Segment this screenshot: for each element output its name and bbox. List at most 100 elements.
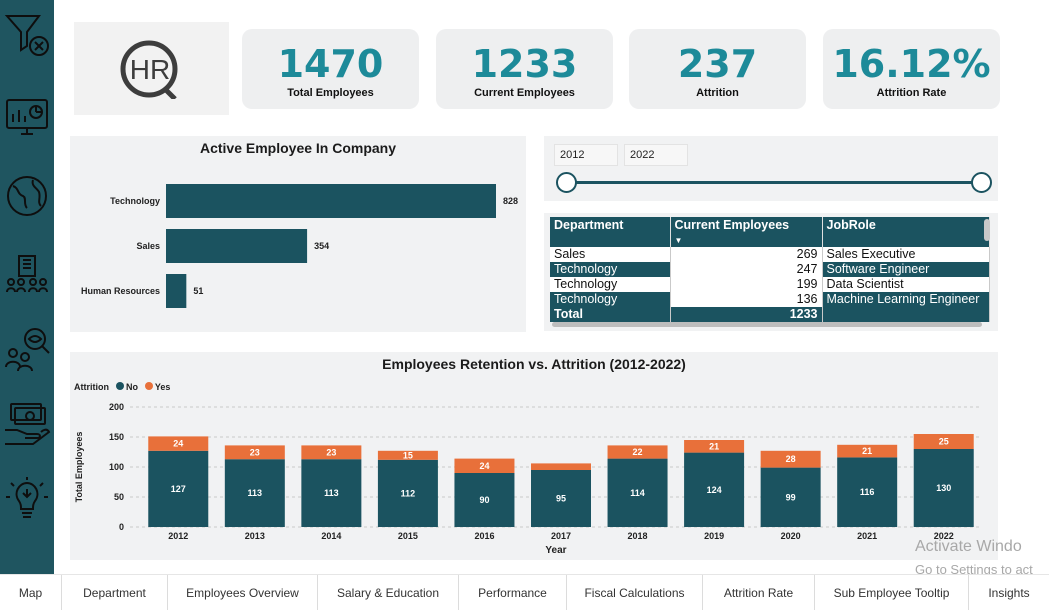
tab-sub-employee-tooltip[interactable]: Sub Employee Tooltip xyxy=(815,575,969,610)
slider-start-handle[interactable] xyxy=(556,172,577,193)
cell-department: Technology xyxy=(550,277,671,292)
y-tick-label: 150 xyxy=(109,432,124,442)
data-label-yes: 24 xyxy=(479,461,489,471)
globe-icon[interactable] xyxy=(3,172,51,220)
active-employee-chart: Active Employee In Company Technology 828… xyxy=(70,136,526,332)
slider-track[interactable] xyxy=(566,181,982,184)
kpi-total-employees: 1470 Total Employees xyxy=(242,29,419,109)
data-label-no: 114 xyxy=(630,488,645,498)
y-tick-label: 50 xyxy=(114,492,124,502)
data-label-no: 99 xyxy=(786,492,796,502)
bar xyxy=(166,274,187,308)
sort-desc-icon: ▼ xyxy=(674,236,683,245)
start-date-input[interactable]: 2012 xyxy=(554,144,618,166)
data-label-yes: 28 xyxy=(786,454,796,464)
tab-salary-education[interactable]: Salary & Education xyxy=(318,575,459,610)
total-value: 1233 xyxy=(670,307,823,322)
data-label-no: 113 xyxy=(324,488,339,498)
table-row: Technology 199 Data Scientist xyxy=(550,277,990,292)
x-tick-label: 2018 xyxy=(628,531,648,541)
slider-end-handle[interactable] xyxy=(971,172,992,193)
x-tick-label: 2021 xyxy=(857,531,877,541)
table-row: Technology 136 Machine Learning Engineer xyxy=(550,292,990,307)
bar-value-label: 51 xyxy=(193,286,203,296)
date-range-slicer[interactable]: 2012 2022 xyxy=(544,136,998,201)
data-label-no: 130 xyxy=(936,483,951,493)
clear-filter-icon[interactable] xyxy=(3,10,51,58)
col-header-current-employees[interactable]: Current Employees ▼ xyxy=(670,217,823,247)
tab-performance[interactable]: Performance xyxy=(459,575,567,610)
x-tick-label: 2012 xyxy=(168,531,188,541)
tab-attrition-rate[interactable]: Attrition Rate xyxy=(703,575,815,610)
page-tabs: Map Department Employees Overview Salary… xyxy=(0,574,1049,610)
data-label-yes: 25 xyxy=(939,437,949,447)
kpi-value: 16.12% xyxy=(832,42,991,86)
tab-map[interactable]: Map xyxy=(0,575,62,610)
data-label-yes: 22 xyxy=(633,447,643,457)
y-tick-label: 200 xyxy=(109,402,124,412)
y-tick-label: 100 xyxy=(109,462,124,472)
kpi-label: Attrition Rate xyxy=(876,87,947,99)
data-label-yes: 21 xyxy=(862,446,872,456)
dashboard-main: HR 1470 Total Employees 1233 Current Emp… xyxy=(54,0,1049,577)
cell-jobrole: Software Engineer xyxy=(822,262,990,277)
end-date-input[interactable]: 2022 xyxy=(624,144,688,166)
employee-search-icon[interactable] xyxy=(3,325,51,373)
salary-icon[interactable] xyxy=(3,400,51,448)
hr-logo: HR xyxy=(74,22,229,115)
table-row: Technology 247 Software Engineer xyxy=(550,262,990,277)
activation-watermark-title: Activate Windo xyxy=(915,538,1022,555)
kpi-label: Current Employees xyxy=(474,87,575,99)
kpi-value: 1233 xyxy=(471,42,578,86)
tab-insights[interactable]: Insights xyxy=(969,575,1049,610)
dashboard-icon[interactable] xyxy=(3,92,51,140)
bar-segment-yes xyxy=(531,463,591,470)
table-total-row: Total 1233 xyxy=(550,307,990,322)
cell-jobrole: Sales Executive xyxy=(822,247,990,262)
cell-jobrole: Machine Learning Engineer xyxy=(822,292,990,307)
bar-value-label: 828 xyxy=(503,196,518,206)
data-label-yes: 23 xyxy=(250,447,260,457)
svg-text:HR: HR xyxy=(129,54,169,85)
bar-category-label: Human Resources xyxy=(81,286,160,296)
table-row: Sales 269 Sales Executive xyxy=(550,247,990,262)
table-horizontal-scrollbar[interactable] xyxy=(552,322,982,327)
total-label: Total xyxy=(550,307,671,322)
tab-employees-overview[interactable]: Employees Overview xyxy=(168,575,318,610)
organization-icon[interactable] xyxy=(3,250,51,298)
x-tick-label: 2014 xyxy=(321,531,341,541)
col-header-jobrole[interactable]: JobRole xyxy=(822,217,990,247)
col-header-department[interactable]: Department xyxy=(550,217,671,247)
retention-bars: 0 50 100 150 200 127 24 2012 113 23 2013 113 23 2014 1… xyxy=(74,402,982,556)
bar xyxy=(166,229,308,263)
x-tick-label: 2015 xyxy=(398,531,418,541)
insights-bulb-icon[interactable] xyxy=(3,475,51,523)
table-vertical-scrollbar[interactable] xyxy=(984,219,990,241)
data-label-no: 113 xyxy=(248,488,263,498)
x-tick-label: 2019 xyxy=(704,531,724,541)
total-empty-cell xyxy=(822,307,990,322)
tab-fiscal-calculations[interactable]: Fiscal Calculations xyxy=(567,575,703,610)
data-label-no: 95 xyxy=(556,494,566,504)
data-label-no: 116 xyxy=(860,487,875,497)
cell-current-employees: 269 xyxy=(670,247,823,262)
cell-current-employees: 136 xyxy=(670,292,823,307)
retention-attrition-chart: Employees Retention vs. Attrition (2012-… xyxy=(70,352,998,560)
x-tick-label: 2013 xyxy=(245,531,265,541)
cell-current-employees: 247 xyxy=(670,262,823,277)
data-label-no: 90 xyxy=(479,495,489,505)
cell-department: Sales xyxy=(550,247,671,262)
active-employee-bars: Technology 828 Sales 354 Human Resources 51 xyxy=(81,184,518,308)
kpi-value: 1470 xyxy=(277,42,384,86)
y-axis-title: Total Employees xyxy=(74,432,84,503)
kpi-label: Attrition xyxy=(696,87,739,99)
kpi-current-employees: 1233 Current Employees xyxy=(436,29,613,109)
x-axis-title: Year xyxy=(545,545,566,556)
cell-jobrole: Data Scientist xyxy=(822,277,990,292)
bar-value-label: 354 xyxy=(314,241,329,251)
tab-department[interactable]: Department xyxy=(62,575,168,610)
department-table-panel: Department Current Employees ▼ JobRole Sa… xyxy=(544,213,998,331)
bar-category-label: Sales xyxy=(136,241,160,251)
kpi-label: Total Employees xyxy=(287,87,374,99)
x-tick-label: 2016 xyxy=(474,531,494,541)
